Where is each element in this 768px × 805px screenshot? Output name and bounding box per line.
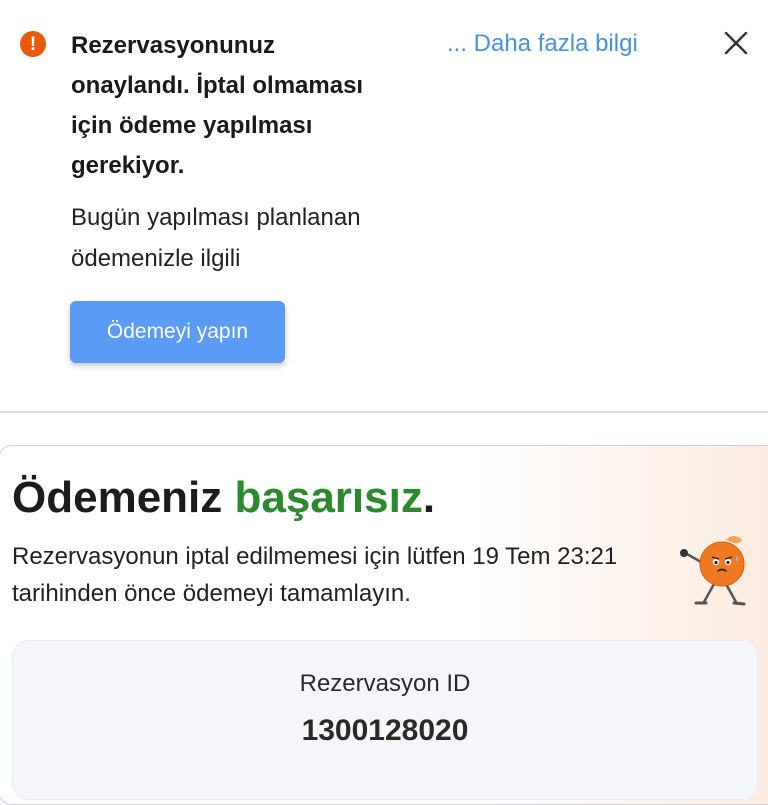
- make-payment-button[interactable]: Ödemeyi yapın: [70, 301, 285, 363]
- heading-prefix: Ödemeniz: [12, 473, 235, 522]
- status-failed-text: başarısız: [234, 473, 423, 522]
- close-icon[interactable]: [722, 29, 750, 57]
- payment-deadline-description: Rezervasyonun iptal edilmemesi için lütf…: [12, 543, 618, 607]
- payment-status-heading: Ödemeniz başarısız.: [12, 470, 435, 526]
- section-divider: [0, 411, 768, 413]
- exclamation-alert-icon: !: [20, 31, 46, 57]
- banner-body-text: Bugün yapılması planlanan ödemenizle ilg…: [71, 204, 361, 272]
- heading-suffix: .: [422, 473, 436, 522]
- orange-character-mascot-icon: [680, 536, 746, 606]
- banner-title: Rezervasyonunuz onaylandı. İptal olmamas…: [71, 32, 364, 179]
- more-info-link[interactable]: ... Daha fazla bilgi: [447, 26, 638, 62]
- reservation-id-value[interactable]: 1300128020: [12, 710, 758, 752]
- payment-required-banner: ! Rezervasyonunuz onaylandı. İptal olmam…: [0, 0, 768, 411]
- reservation-id-label: Rezervasyon ID: [299, 670, 471, 697]
